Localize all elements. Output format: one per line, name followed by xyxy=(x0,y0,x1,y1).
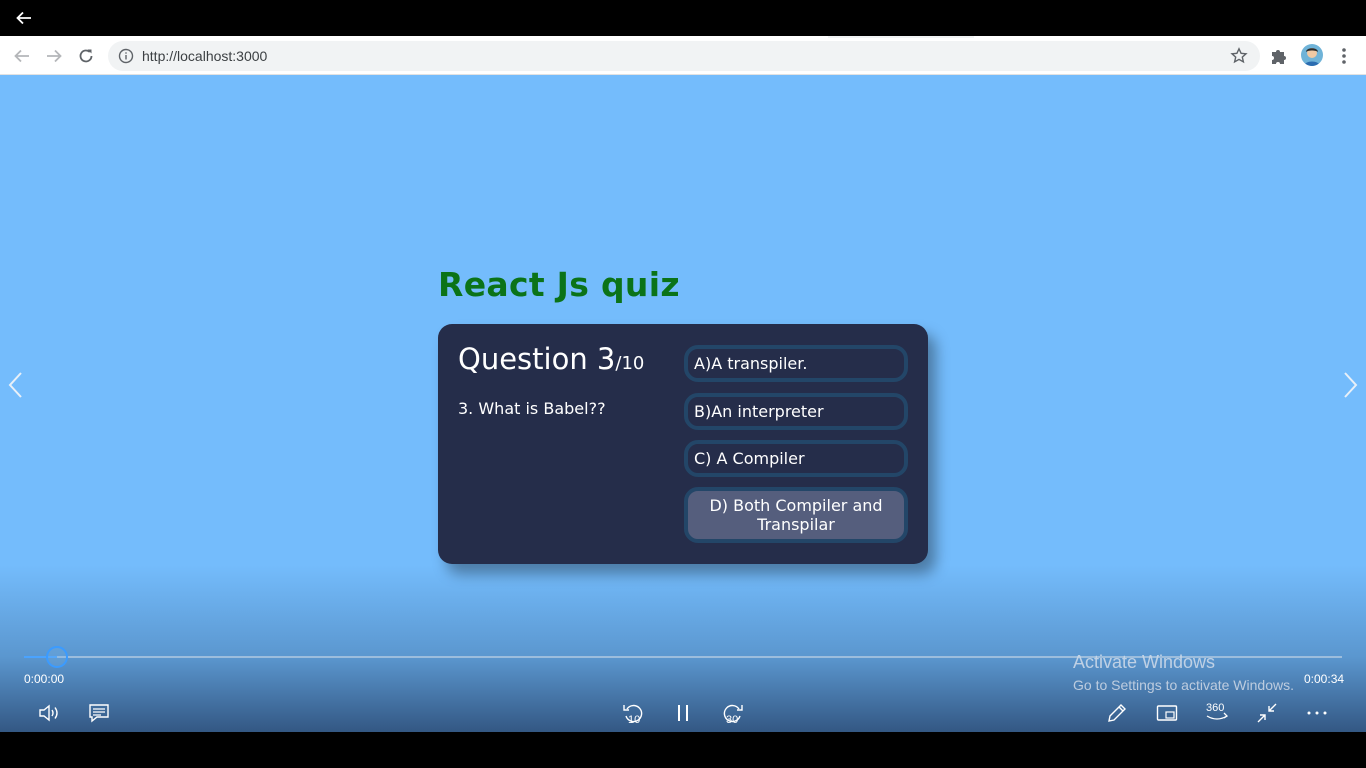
captions-icon xyxy=(89,704,109,723)
skip-back-label: 10 xyxy=(628,714,641,726)
browser-back-button[interactable] xyxy=(10,44,34,68)
tab-strip-edge xyxy=(828,36,974,38)
player-bottom-bar xyxy=(0,732,1366,768)
question-total: /10 xyxy=(615,353,645,374)
draw-button[interactable] xyxy=(1103,700,1131,726)
seek-bar[interactable] xyxy=(24,646,1342,668)
view-360-label: 360 xyxy=(1206,702,1225,714)
player-top-bar xyxy=(0,0,1366,36)
quiz-card: Question 3/10 3. What is Babel?? A)A tra… xyxy=(438,324,928,564)
question-number: Question 3 xyxy=(458,342,616,376)
exit-fullscreen-button[interactable] xyxy=(1253,700,1281,726)
info-icon[interactable] xyxy=(118,48,134,64)
star-icon[interactable] xyxy=(1230,47,1248,65)
pencil-icon xyxy=(1108,704,1126,722)
skip-forward-label: 30 xyxy=(726,714,739,726)
windows-activation-watermark: Activate Windows Go to Settings to activ… xyxy=(1073,652,1294,693)
mini-view-button[interactable] xyxy=(1153,700,1181,726)
more-options-button[interactable] xyxy=(1303,700,1331,726)
url-text[interactable]: http://localhost:3000 xyxy=(142,48,267,64)
video-stage: React Js quiz Question 3/10 3. What is B… xyxy=(0,75,1366,732)
previous-chevron-icon[interactable] xyxy=(6,370,26,400)
exit-fullscreen-icon xyxy=(1257,703,1277,723)
answer-d-button[interactable]: D) Both Compiler and Transpilar xyxy=(684,487,908,543)
mini-view-icon xyxy=(1156,705,1178,721)
more-vert-icon[interactable] xyxy=(1336,46,1352,66)
captions-button[interactable] xyxy=(85,700,113,726)
skip-forward-button[interactable]: 30 xyxy=(719,700,747,726)
watermark-subtitle: Go to Settings to activate Windows. xyxy=(1073,677,1294,693)
address-bar[interactable]: http://localhost:3000 xyxy=(108,41,1260,71)
volume-button[interactable] xyxy=(35,700,63,726)
answer-c-button[interactable]: C) A Compiler xyxy=(684,440,908,477)
answer-a-button[interactable]: A)A transpiler. xyxy=(684,345,908,382)
next-chevron-icon[interactable] xyxy=(1340,370,1360,400)
arrow-left-icon xyxy=(16,11,31,25)
volume-icon xyxy=(39,704,58,722)
duration-time: 0:00:34 xyxy=(1304,672,1345,686)
skip-back-button[interactable]: 10 xyxy=(619,700,647,726)
question-heading: Question 3/10 xyxy=(458,342,644,376)
current-time: 0:00:00 xyxy=(24,672,65,686)
browser-reload-button[interactable] xyxy=(74,44,98,68)
avatar[interactable] xyxy=(1301,44,1323,66)
seek-thumb[interactable] xyxy=(45,646,68,668)
reload-icon xyxy=(79,49,93,63)
browser-forward-button[interactable] xyxy=(42,44,66,68)
view-360-button[interactable]: 360 xyxy=(1203,700,1231,726)
forward-icon xyxy=(47,49,62,63)
quiz-title: React Js quiz xyxy=(438,265,680,304)
browser-toolbar: http://localhost:3000 xyxy=(0,36,1366,75)
pause-icon xyxy=(678,705,688,721)
answer-b-button[interactable]: B)An interpreter xyxy=(684,393,908,430)
more-horiz-icon xyxy=(1307,711,1327,715)
question-text: 3. What is Babel?? xyxy=(458,399,606,418)
back-icon xyxy=(14,49,29,63)
player-back-button[interactable] xyxy=(12,6,36,30)
pause-button[interactable] xyxy=(669,700,697,726)
puzzle-icon[interactable] xyxy=(1269,46,1289,66)
